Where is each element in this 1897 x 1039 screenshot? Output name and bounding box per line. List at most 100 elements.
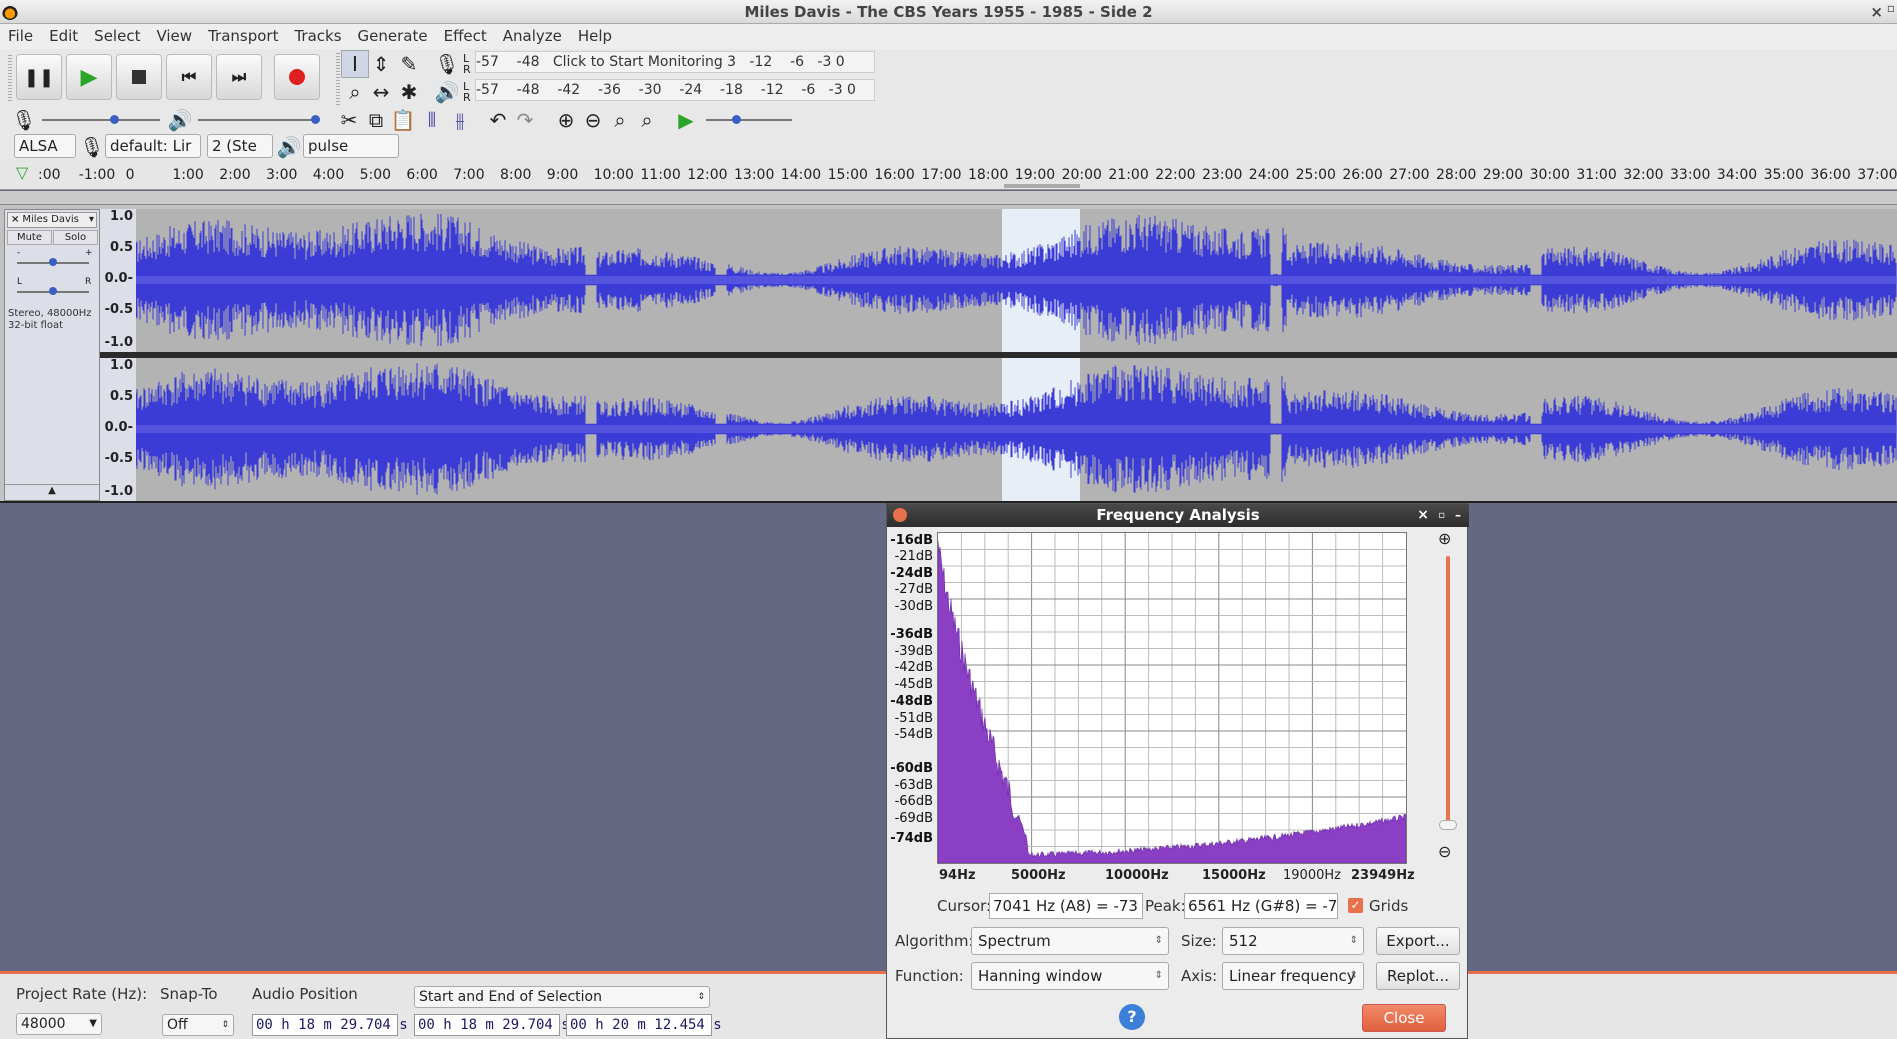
channel2-waveform-svg [135, 358, 1897, 501]
silence-audio-icon[interactable]: ⫵ [446, 106, 474, 134]
skip-to-start-button[interactable]: ⏮ [166, 54, 212, 100]
zoom-out-icon[interactable]: ⊖ [579, 106, 607, 134]
selection-start-field[interactable]: 00 h 18 m 29.704 s [414, 1014, 570, 1036]
axis-select[interactable]: Linear frequency ⇕ [1222, 962, 1364, 990]
menu-file[interactable]: File [0, 24, 41, 49]
menu-edit[interactable]: Edit [41, 24, 86, 49]
collapse-track-button[interactable]: ▲ [5, 484, 99, 500]
record-volume-slider[interactable] [42, 115, 160, 124]
record-meter-mic-icon[interactable]: 🎙 [433, 50, 461, 78]
stop-button[interactable] [116, 54, 162, 100]
menu-tracks[interactable]: Tracks [286, 24, 349, 49]
amplitude-scale-label: -1.0 [104, 335, 133, 350]
recording-device-select[interactable]: default: Lir [105, 134, 201, 158]
audio-position-field[interactable]: 00 h 18 m 29.704 s [252, 1014, 408, 1036]
selection-tool-icon[interactable]: I [341, 50, 369, 78]
draw-tool-icon[interactable]: ✎ [395, 50, 423, 78]
ruler-tick-label: 15:00 [827, 167, 868, 183]
close-window-icon[interactable]: × [1870, 0, 1883, 24]
toolbar-grip[interactable] [8, 55, 12, 101]
trim-audio-icon[interactable]: ⫴ [418, 106, 446, 134]
audio-host-select[interactable]: ALSA [14, 134, 76, 158]
dialog-title-bar[interactable]: Frequency Analysis × ▫ – [887, 504, 1469, 527]
pause-button[interactable]: ❚❚ [16, 54, 62, 100]
pan-thumb[interactable] [49, 287, 57, 295]
grids-checkbox[interactable]: ✓ [1348, 898, 1363, 913]
selection-mode-select[interactable]: Start and End of Selection ⇕ [414, 986, 710, 1008]
grids-label: Grids [1369, 897, 1409, 915]
mute-button[interactable]: Mute [7, 230, 52, 245]
channel1-vertical-scale[interactable]: 1.0 0.5 0.0- -0.5 -1.0 [100, 209, 136, 352]
menu-analyze[interactable]: Analyze [495, 24, 570, 49]
play-speed-slider[interactable] [706, 115, 792, 124]
dialog-maximize-icon[interactable]: ▫ [1438, 504, 1445, 527]
maximize-window-icon[interactable]: ▫ [1887, 0, 1895, 20]
timeline-ruler[interactable]: ▽ :00 -1:00 0 1:00 2:00 3:00 4:00 5:00 6:00 7:00 8… [0, 160, 1897, 190]
dialog-close-icon[interactable]: × [1417, 504, 1429, 527]
spectrum-plot[interactable] [937, 532, 1407, 864]
time-shift-tool-icon[interactable]: ↔ [367, 78, 395, 106]
cut-icon[interactable]: ✂ [335, 106, 363, 134]
replot-button[interactable]: Replot... [1376, 962, 1460, 990]
snap-to-value: Off [167, 1017, 188, 1033]
record-meter[interactable]: -57 -48 Click to Start Monitoring 3 -12 … [475, 51, 875, 73]
playback-volume-thumb[interactable] [311, 115, 320, 124]
envelope-tool-icon[interactable]: ⇕ [367, 50, 395, 78]
channel2-vertical-scale[interactable]: 1.0 0.5 0.0- -0.5 -1.0 [100, 358, 136, 501]
gain-thumb[interactable] [49, 258, 57, 266]
menu-transport[interactable]: Transport [200, 24, 286, 49]
track-menu-chevron-icon[interactable]: ▾ [89, 213, 94, 227]
menu-generate[interactable]: Generate [350, 24, 436, 49]
solo-button[interactable]: Solo [53, 230, 98, 245]
zoom-in-vertical-icon[interactable]: ⊕ [1438, 529, 1451, 548]
dialog-minimize-icon[interactable]: – [1455, 504, 1461, 527]
menu-effect[interactable]: Effect [436, 24, 495, 49]
ruler-tick-label: 32:00 [1623, 167, 1664, 183]
vertical-zoom-slider[interactable] [1439, 556, 1457, 830]
play-at-speed-icon[interactable]: ▶ [672, 106, 700, 134]
multi-tool-icon[interactable]: ✱ [395, 78, 423, 106]
tools-grip[interactable] [336, 53, 340, 107]
gain-slider[interactable] [17, 258, 89, 266]
menu-view[interactable]: View [148, 24, 200, 49]
recording-channels-select[interactable]: 2 (Ste [207, 134, 273, 158]
vertical-zoom-thumb[interactable] [1439, 820, 1457, 830]
zoom-out-vertical-icon[interactable]: ⊖ [1438, 842, 1451, 861]
ruler-tick-label: 14:00 [780, 167, 822, 183]
track-name-bar[interactable]: × Miles Davis ▾ [7, 212, 97, 228]
playback-meter[interactable]: -57 -48 -42 -36 -30 -24 -18 -12 -6 -3 0 [475, 79, 875, 101]
channel1-waveform[interactable] [135, 209, 1897, 352]
zoom-tool-icon[interactable]: ⌕ [341, 78, 369, 106]
undo-icon[interactable]: ↶ [484, 106, 512, 134]
playback-meter-speaker-icon[interactable]: 🔊 [433, 78, 461, 106]
playback-device-select[interactable]: pulse [303, 134, 399, 158]
play-head-icon[interactable]: ▽ [16, 163, 28, 182]
fit-project-icon[interactable]: ⌕ [633, 106, 661, 134]
play-button[interactable]: ▶ [66, 54, 112, 100]
fit-selection-icon[interactable]: ⌕ [606, 106, 634, 134]
snap-to-select[interactable]: Off ⇕ [162, 1014, 234, 1036]
record-volume-thumb[interactable] [110, 115, 119, 124]
help-button[interactable]: ? [1119, 1004, 1145, 1030]
redo-icon[interactable]: ↷ [511, 106, 539, 134]
play-speed-thumb[interactable] [732, 115, 741, 124]
menu-select[interactable]: Select [86, 24, 148, 49]
function-select[interactable]: Hanning window ⇕ [971, 962, 1169, 990]
paste-icon[interactable]: 📋 [389, 106, 417, 134]
track-close-icon[interactable]: × [8, 214, 22, 225]
export-button[interactable]: Export... [1376, 927, 1460, 955]
playback-volume-slider[interactable] [198, 115, 320, 124]
pan-slider[interactable] [17, 287, 89, 295]
channel2-waveform[interactable] [135, 358, 1897, 501]
selection-end-field[interactable]: 00 h 20 m 12.454 s [566, 1014, 722, 1036]
zoom-in-icon[interactable]: ⊕ [552, 106, 580, 134]
algorithm-select[interactable]: Spectrum ⇕ [971, 927, 1169, 955]
project-rate-select[interactable]: 48000 ▼ [16, 1013, 102, 1035]
ruler-tick-label: 20:00 [1061, 167, 1102, 183]
menu-help[interactable]: Help [570, 24, 620, 49]
close-button[interactable]: Close [1362, 1004, 1446, 1032]
size-select[interactable]: 512 ⇕ [1222, 927, 1364, 955]
copy-icon[interactable]: ⧉ [362, 106, 390, 134]
skip-to-end-button[interactable]: ⏭ [216, 54, 262, 100]
record-button[interactable] [274, 54, 320, 100]
